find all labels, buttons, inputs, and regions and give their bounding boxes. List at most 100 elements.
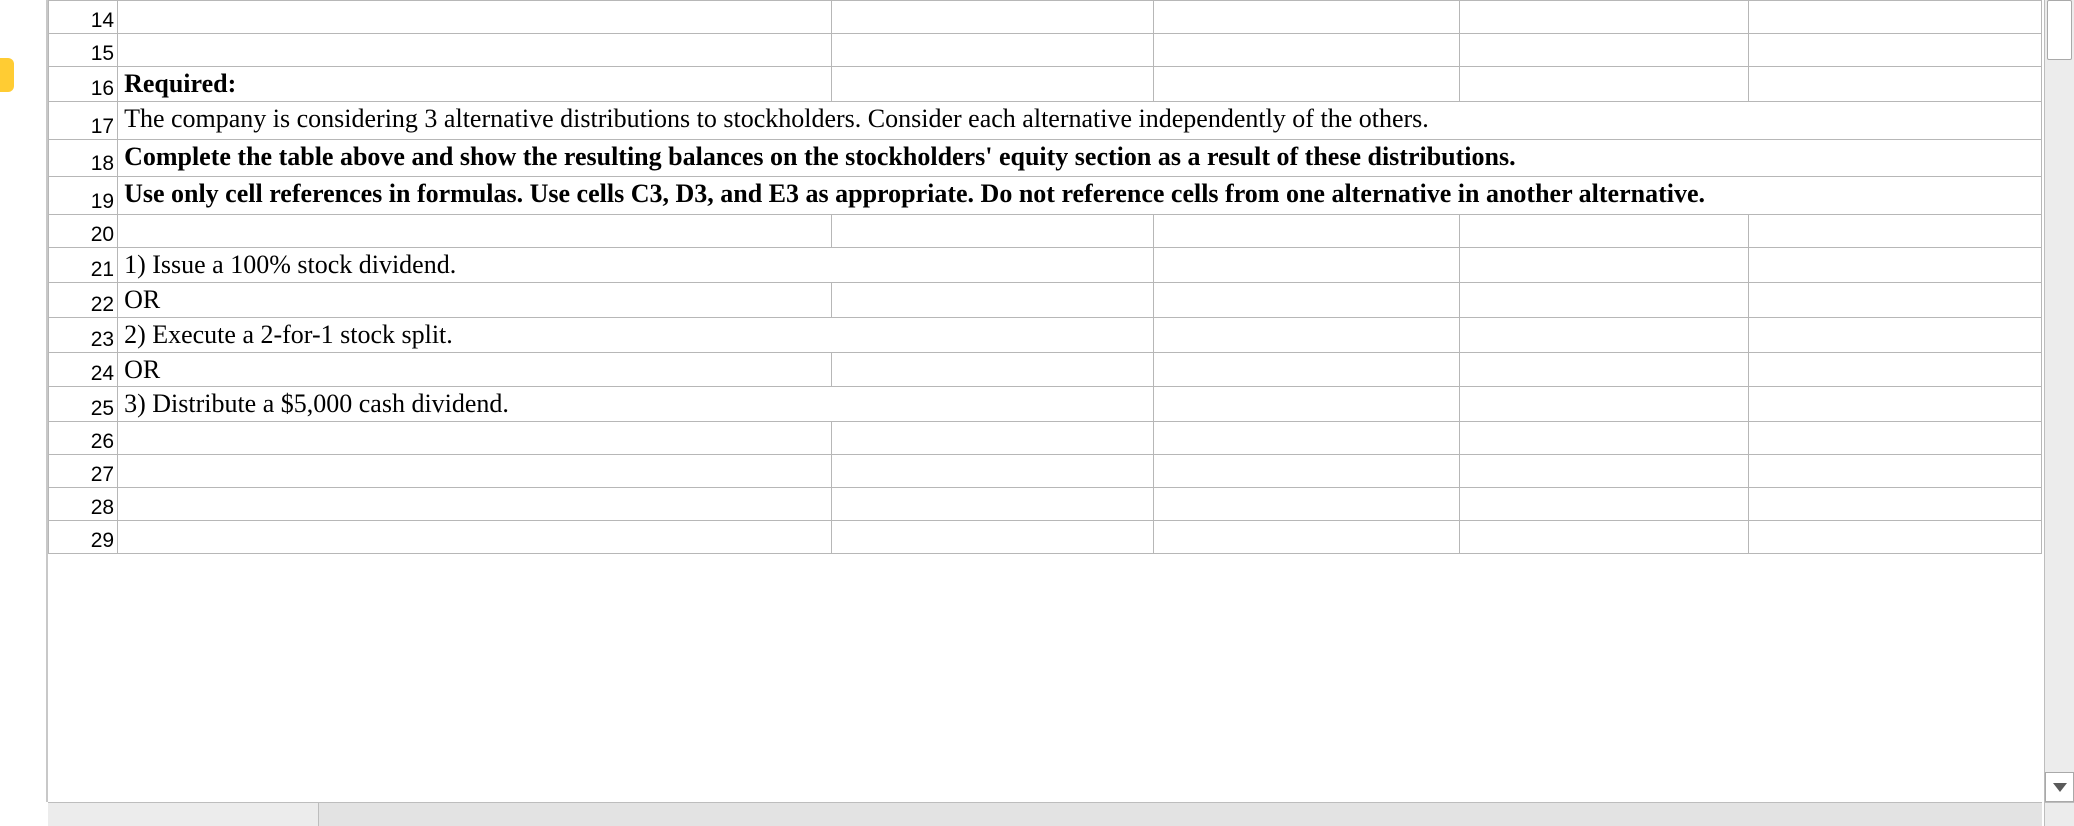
cell-B29[interactable] <box>118 521 832 554</box>
row-header-15[interactable]: 15 <box>49 34 118 67</box>
row-21[interactable]: 21 1) Issue a 100% stock dividend. <box>49 247 2042 282</box>
row-19[interactable]: 19 Use only cell references in formulas.… <box>49 177 2042 215</box>
cell-F26[interactable] <box>1749 422 2042 455</box>
cell-C28[interactable] <box>831 488 1153 521</box>
cell-C15[interactable] <box>831 34 1153 67</box>
cell-C25[interactable] <box>831 387 1153 422</box>
row-29[interactable]: 29 <box>49 521 2042 554</box>
cell-B27[interactable] <box>118 455 832 488</box>
cell-F23[interactable] <box>1749 317 2042 352</box>
row-23[interactable]: 23 2) Execute a 2-for-1 stock split. <box>49 317 2042 352</box>
spreadsheet-grid[interactable]: 14 15 16 Required: 17 Th <box>48 0 2042 554</box>
row-header-20[interactable]: 20 <box>49 214 118 247</box>
cell-C14[interactable] <box>831 1 1153 34</box>
row-header-24[interactable]: 24 <box>49 352 118 387</box>
cell-D16[interactable] <box>1154 67 1460 102</box>
cell-D28[interactable] <box>1154 488 1460 521</box>
cell-D14[interactable] <box>1154 1 1460 34</box>
cell-F27[interactable] <box>1749 455 2042 488</box>
row-header-26[interactable]: 26 <box>49 422 118 455</box>
row-25[interactable]: 25 3) Distribute a $5,000 cash dividend. <box>49 387 2042 422</box>
cell-E27[interactable] <box>1459 455 1748 488</box>
cell-C23[interactable] <box>831 317 1153 352</box>
cell-F29[interactable] <box>1749 521 2042 554</box>
row-28[interactable]: 28 <box>49 488 2042 521</box>
cell-C16[interactable] <box>831 67 1153 102</box>
sheet-grid-area[interactable]: 14 15 16 Required: 17 Th <box>48 0 2042 802</box>
row-header-28[interactable]: 28 <box>49 488 118 521</box>
cell-B14[interactable] <box>118 1 832 34</box>
cell-E26[interactable] <box>1459 422 1748 455</box>
cell-D20[interactable] <box>1154 214 1460 247</box>
cell-B24[interactable]: OR <box>118 352 832 387</box>
cell-B22[interactable]: OR <box>118 282 832 317</box>
cell-E22[interactable] <box>1459 282 1748 317</box>
row-18[interactable]: 18 Complete the table above and show the… <box>49 139 2042 177</box>
row-header-17[interactable]: 17 <box>49 101 118 139</box>
cell-B18-merged[interactable]: Complete the table above and show the re… <box>118 139 2042 177</box>
row-15[interactable]: 15 <box>49 34 2042 67</box>
cell-B20[interactable] <box>118 214 832 247</box>
hscroll-track[interactable] <box>318 803 2042 826</box>
cell-F24[interactable] <box>1749 352 2042 387</box>
row-26[interactable]: 26 <box>49 422 2042 455</box>
scrollbar-track[interactable] <box>2045 0 2074 772</box>
scrollbar-thumb[interactable] <box>2047 0 2072 60</box>
cell-B21[interactable]: 1) Issue a 100% stock dividend. <box>118 247 832 282</box>
row-14[interactable]: 14 <box>49 1 2042 34</box>
cell-E14[interactable] <box>1459 1 1748 34</box>
row-17[interactable]: 17 The company is considering 3 alternat… <box>49 101 2042 139</box>
row-27[interactable]: 27 <box>49 455 2042 488</box>
cell-D27[interactable] <box>1154 455 1460 488</box>
cell-D22[interactable] <box>1154 282 1460 317</box>
row-header-23[interactable]: 23 <box>49 317 118 352</box>
cell-F28[interactable] <box>1749 488 2042 521</box>
cell-D15[interactable] <box>1154 34 1460 67</box>
cell-B28[interactable] <box>118 488 832 521</box>
cell-B19-merged[interactable]: Use only cell references in formulas. Us… <box>118 177 2042 215</box>
cell-D23[interactable] <box>1154 317 1460 352</box>
cell-B25[interactable]: 3) Distribute a $5,000 cash dividend. <box>118 387 832 422</box>
row-16[interactable]: 16 Required: <box>49 67 2042 102</box>
row-22[interactable]: 22 OR <box>49 282 2042 317</box>
cell-F14[interactable] <box>1749 1 2042 34</box>
cell-D29[interactable] <box>1154 521 1460 554</box>
cell-E15[interactable] <box>1459 34 1748 67</box>
cell-B16[interactable]: Required: <box>118 67 832 102</box>
row-header-19[interactable]: 19 <box>49 177 118 215</box>
cell-C27[interactable] <box>831 455 1153 488</box>
cell-B17-merged[interactable]: The company is considering 3 alternative… <box>118 101 2042 139</box>
row-header-29[interactable]: 29 <box>49 521 118 554</box>
cell-F16[interactable] <box>1749 67 2042 102</box>
cell-E16[interactable] <box>1459 67 1748 102</box>
cell-B15[interactable] <box>118 34 832 67</box>
cell-D26[interactable] <box>1154 422 1460 455</box>
cell-D24[interactable] <box>1154 352 1460 387</box>
cell-C21[interactable] <box>831 247 1153 282</box>
cell-F15[interactable] <box>1749 34 2042 67</box>
cell-D25[interactable] <box>1154 387 1460 422</box>
row-header-21[interactable]: 21 <box>49 247 118 282</box>
row-20[interactable]: 20 <box>49 214 2042 247</box>
cell-C20[interactable] <box>831 214 1153 247</box>
cell-D21[interactable] <box>1154 247 1460 282</box>
cell-C26[interactable] <box>831 422 1153 455</box>
cell-E23[interactable] <box>1459 317 1748 352</box>
row-header-18[interactable]: 18 <box>49 139 118 177</box>
cell-E29[interactable] <box>1459 521 1748 554</box>
row-header-27[interactable]: 27 <box>49 455 118 488</box>
row-header-25[interactable]: 25 <box>49 387 118 422</box>
row-header-16[interactable]: 16 <box>49 67 118 102</box>
horizontal-scrollbar[interactable] <box>48 802 2042 826</box>
scroll-down-button[interactable] <box>2045 772 2074 802</box>
cell-E28[interactable] <box>1459 488 1748 521</box>
cell-B26[interactable] <box>118 422 832 455</box>
row-header-22[interactable]: 22 <box>49 282 118 317</box>
comment-indicator[interactable] <box>0 58 14 92</box>
cell-E20[interactable] <box>1459 214 1748 247</box>
row-header-14[interactable]: 14 <box>49 1 118 34</box>
cell-C24[interactable] <box>831 352 1153 387</box>
vertical-scrollbar[interactable] <box>2044 0 2074 802</box>
cell-F21[interactable] <box>1749 247 2042 282</box>
cell-E21[interactable] <box>1459 247 1748 282</box>
